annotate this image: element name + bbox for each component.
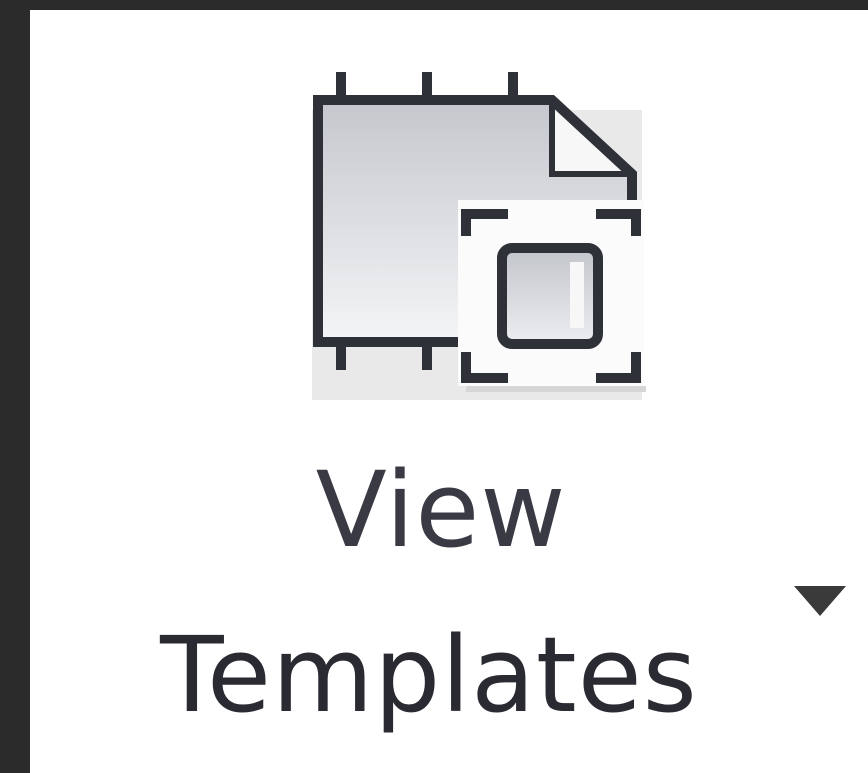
button-label-line2: Templates — [160, 614, 698, 736]
dropdown-arrow-icon[interactable] — [790, 584, 850, 620]
button-label-line1: View — [315, 449, 567, 571]
view-templates-button[interactable]: View Templates — [30, 10, 868, 773]
view-template-icon — [270, 50, 660, 410]
ribbon-panel: View Templates — [0, 0, 868, 773]
